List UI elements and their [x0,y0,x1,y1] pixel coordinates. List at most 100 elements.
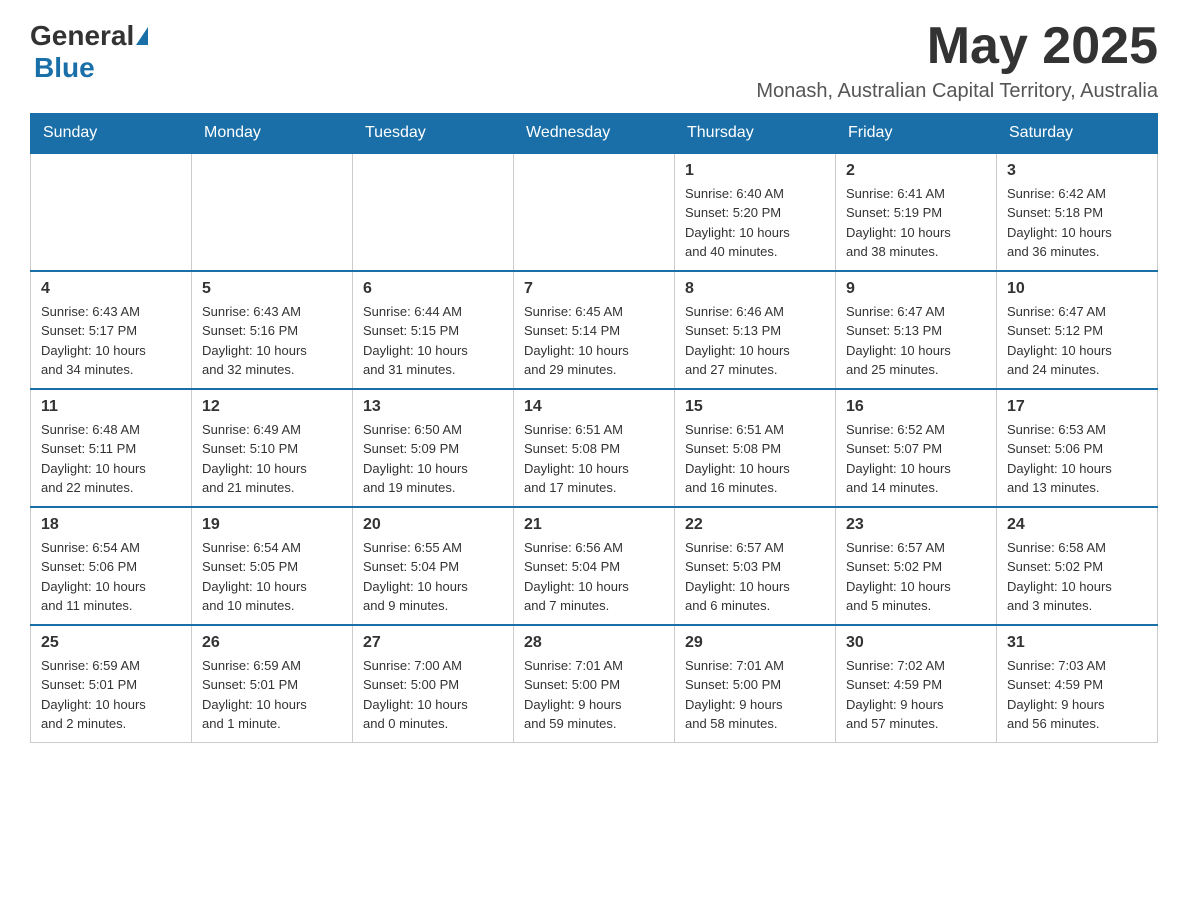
day-number: 8 [685,280,825,298]
day-number: 30 [846,634,986,652]
day-number: 17 [1007,398,1147,416]
day-info: Sunrise: 6:42 AMSunset: 5:18 PMDaylight:… [1007,184,1147,262]
day-number: 31 [1007,634,1147,652]
calendar-cell [514,153,675,271]
day-info: Sunrise: 6:44 AMSunset: 5:15 PMDaylight:… [363,302,503,380]
calendar-cell: 9 Sunrise: 6:47 AMSunset: 5:13 PMDaylight… [836,271,997,389]
day-number: 6 [363,280,503,298]
day-number: 11 [41,398,181,416]
calendar-cell: 21 Sunrise: 6:56 AMSunset: 5:04 PMDayligh… [514,507,675,625]
day-number: 9 [846,280,986,298]
day-info: Sunrise: 7:01 AMSunset: 5:00 PMDaylight:… [685,656,825,734]
calendar-cell: 10 Sunrise: 6:47 AMSunset: 5:12 PMDayligh… [997,271,1158,389]
calendar-cell [353,153,514,271]
weekday-header-monday: Monday [192,114,353,154]
logo-general-text: General [30,20,134,52]
calendar-cell: 13 Sunrise: 6:50 AMSunset: 5:09 PMDayligh… [353,389,514,507]
day-number: 7 [524,280,664,298]
day-info: Sunrise: 6:41 AMSunset: 5:19 PMDaylight:… [846,184,986,262]
day-info: Sunrise: 6:59 AMSunset: 5:01 PMDaylight:… [41,656,181,734]
day-info: Sunrise: 6:40 AMSunset: 5:20 PMDaylight:… [685,184,825,262]
day-number: 16 [846,398,986,416]
calendar-cell: 22 Sunrise: 6:57 AMSunset: 5:03 PMDayligh… [675,507,836,625]
calendar-cell: 20Sunrise: 6:55 AMSunset: 5:04 PMDayligh… [353,507,514,625]
calendar-cell: 28 Sunrise: 7:01 AMSunset: 5:00 PMDayligh… [514,625,675,743]
day-info: Sunrise: 6:57 AMSunset: 5:02 PMDaylight:… [846,538,986,616]
day-info: Sunrise: 6:52 AMSunset: 5:07 PMDaylight:… [846,420,986,498]
weekday-header-wednesday: Wednesday [514,114,675,154]
day-info: Sunrise: 7:00 AMSunset: 5:00 PMDaylight:… [363,656,503,734]
day-info: Sunrise: 6:47 AMSunset: 5:13 PMDaylight:… [846,302,986,380]
calendar-cell [192,153,353,271]
day-info: Sunrise: 6:55 AMSunset: 5:04 PMDaylight:… [363,538,503,616]
day-number: 3 [1007,162,1147,180]
day-number: 1 [685,162,825,180]
calendar-cell: 1 Sunrise: 6:40 AMSunset: 5:20 PMDaylight… [675,153,836,271]
day-number: 26 [202,634,342,652]
calendar-cell: 11 Sunrise: 6:48 AMSunset: 5:11 PMDayligh… [31,389,192,507]
weekday-header-row: SundayMondayTuesdayWednesdayThursdayFrid… [31,114,1158,154]
calendar-cell: 5Sunrise: 6:43 AMSunset: 5:16 PMDaylight… [192,271,353,389]
day-info: Sunrise: 6:51 AMSunset: 5:08 PMDaylight:… [524,420,664,498]
day-number: 19 [202,516,342,534]
day-number: 15 [685,398,825,416]
calendar-cell: 18Sunrise: 6:54 AMSunset: 5:06 PMDayligh… [31,507,192,625]
day-number: 13 [363,398,503,416]
day-number: 25 [41,634,181,652]
calendar-cell: 15 Sunrise: 6:51 AMSunset: 5:08 PMDayligh… [675,389,836,507]
calendar-cell: 2 Sunrise: 6:41 AMSunset: 5:19 PMDaylight… [836,153,997,271]
day-info: Sunrise: 6:56 AMSunset: 5:04 PMDaylight:… [524,538,664,616]
day-number: 23 [846,516,986,534]
logo-triangle-icon [136,27,148,45]
day-number: 24 [1007,516,1147,534]
calendar-cell: 17 Sunrise: 6:53 AMSunset: 5:06 PMDayligh… [997,389,1158,507]
day-info: Sunrise: 6:54 AMSunset: 5:05 PMDaylight:… [202,538,342,616]
day-number: 10 [1007,280,1147,298]
day-number: 21 [524,516,664,534]
day-info: Sunrise: 6:59 AMSunset: 5:01 PMDaylight:… [202,656,342,734]
calendar-week-1: 1 Sunrise: 6:40 AMSunset: 5:20 PMDaylight… [31,153,1158,271]
weekday-header-sunday: Sunday [31,114,192,154]
day-info: Sunrise: 7:02 AMSunset: 4:59 PMDaylight:… [846,656,986,734]
calendar-cell: 31 Sunrise: 7:03 AMSunset: 4:59 PMDayligh… [997,625,1158,743]
weekday-header-tuesday: Tuesday [353,114,514,154]
page-header: General Blue May 2025 Monash, Australian… [30,20,1158,103]
day-info: Sunrise: 6:51 AMSunset: 5:08 PMDaylight:… [685,420,825,498]
day-number: 4 [41,280,181,298]
day-number: 22 [685,516,825,534]
calendar-cell: 7 Sunrise: 6:45 AMSunset: 5:14 PMDaylight… [514,271,675,389]
calendar-cell: 14Sunrise: 6:51 AMSunset: 5:08 PMDayligh… [514,389,675,507]
calendar-week-4: 18Sunrise: 6:54 AMSunset: 5:06 PMDayligh… [31,507,1158,625]
calendar-cell: 6 Sunrise: 6:44 AMSunset: 5:15 PMDaylight… [353,271,514,389]
weekday-header-thursday: Thursday [675,114,836,154]
day-info: Sunrise: 6:50 AMSunset: 5:09 PMDaylight:… [363,420,503,498]
title-section: May 2025 Monash, Australian Capital Terr… [756,20,1158,103]
day-info: Sunrise: 6:48 AMSunset: 5:11 PMDaylight:… [41,420,181,498]
calendar-cell: 23 Sunrise: 6:57 AMSunset: 5:02 PMDayligh… [836,507,997,625]
day-info: Sunrise: 6:43 AMSunset: 5:16 PMDaylight:… [202,302,342,380]
day-info: Sunrise: 7:03 AMSunset: 4:59 PMDaylight:… [1007,656,1147,734]
calendar-cell: 19 Sunrise: 6:54 AMSunset: 5:05 PMDayligh… [192,507,353,625]
day-info: Sunrise: 6:45 AMSunset: 5:14 PMDaylight:… [524,302,664,380]
calendar-cell: 3 Sunrise: 6:42 AMSunset: 5:18 PMDaylight… [997,153,1158,271]
day-number: 27 [363,634,503,652]
day-number: 2 [846,162,986,180]
calendar-cell: 24Sunrise: 6:58 AMSunset: 5:02 PMDayligh… [997,507,1158,625]
calendar-week-2: 4Sunrise: 6:43 AMSunset: 5:17 PMDaylight… [31,271,1158,389]
day-number: 18 [41,516,181,534]
calendar-cell: 29 Sunrise: 7:01 AMSunset: 5:00 PMDayligh… [675,625,836,743]
calendar-cell: 8 Sunrise: 6:46 AMSunset: 5:13 PMDaylight… [675,271,836,389]
day-info: Sunrise: 6:47 AMSunset: 5:12 PMDaylight:… [1007,302,1147,380]
location-title: Monash, Australian Capital Territory, Au… [756,80,1158,103]
day-number: 12 [202,398,342,416]
day-info: Sunrise: 6:57 AMSunset: 5:03 PMDaylight:… [685,538,825,616]
calendar-table: SundayMondayTuesdayWednesdayThursdayFrid… [30,113,1158,743]
day-number: 28 [524,634,664,652]
month-title: May 2025 [756,20,1158,72]
day-info: Sunrise: 6:53 AMSunset: 5:06 PMDaylight:… [1007,420,1147,498]
day-number: 29 [685,634,825,652]
logo-text: General [30,20,150,52]
day-info: Sunrise: 7:01 AMSunset: 5:00 PMDaylight:… [524,656,664,734]
calendar-cell: 4Sunrise: 6:43 AMSunset: 5:17 PMDaylight… [31,271,192,389]
day-info: Sunrise: 6:46 AMSunset: 5:13 PMDaylight:… [685,302,825,380]
